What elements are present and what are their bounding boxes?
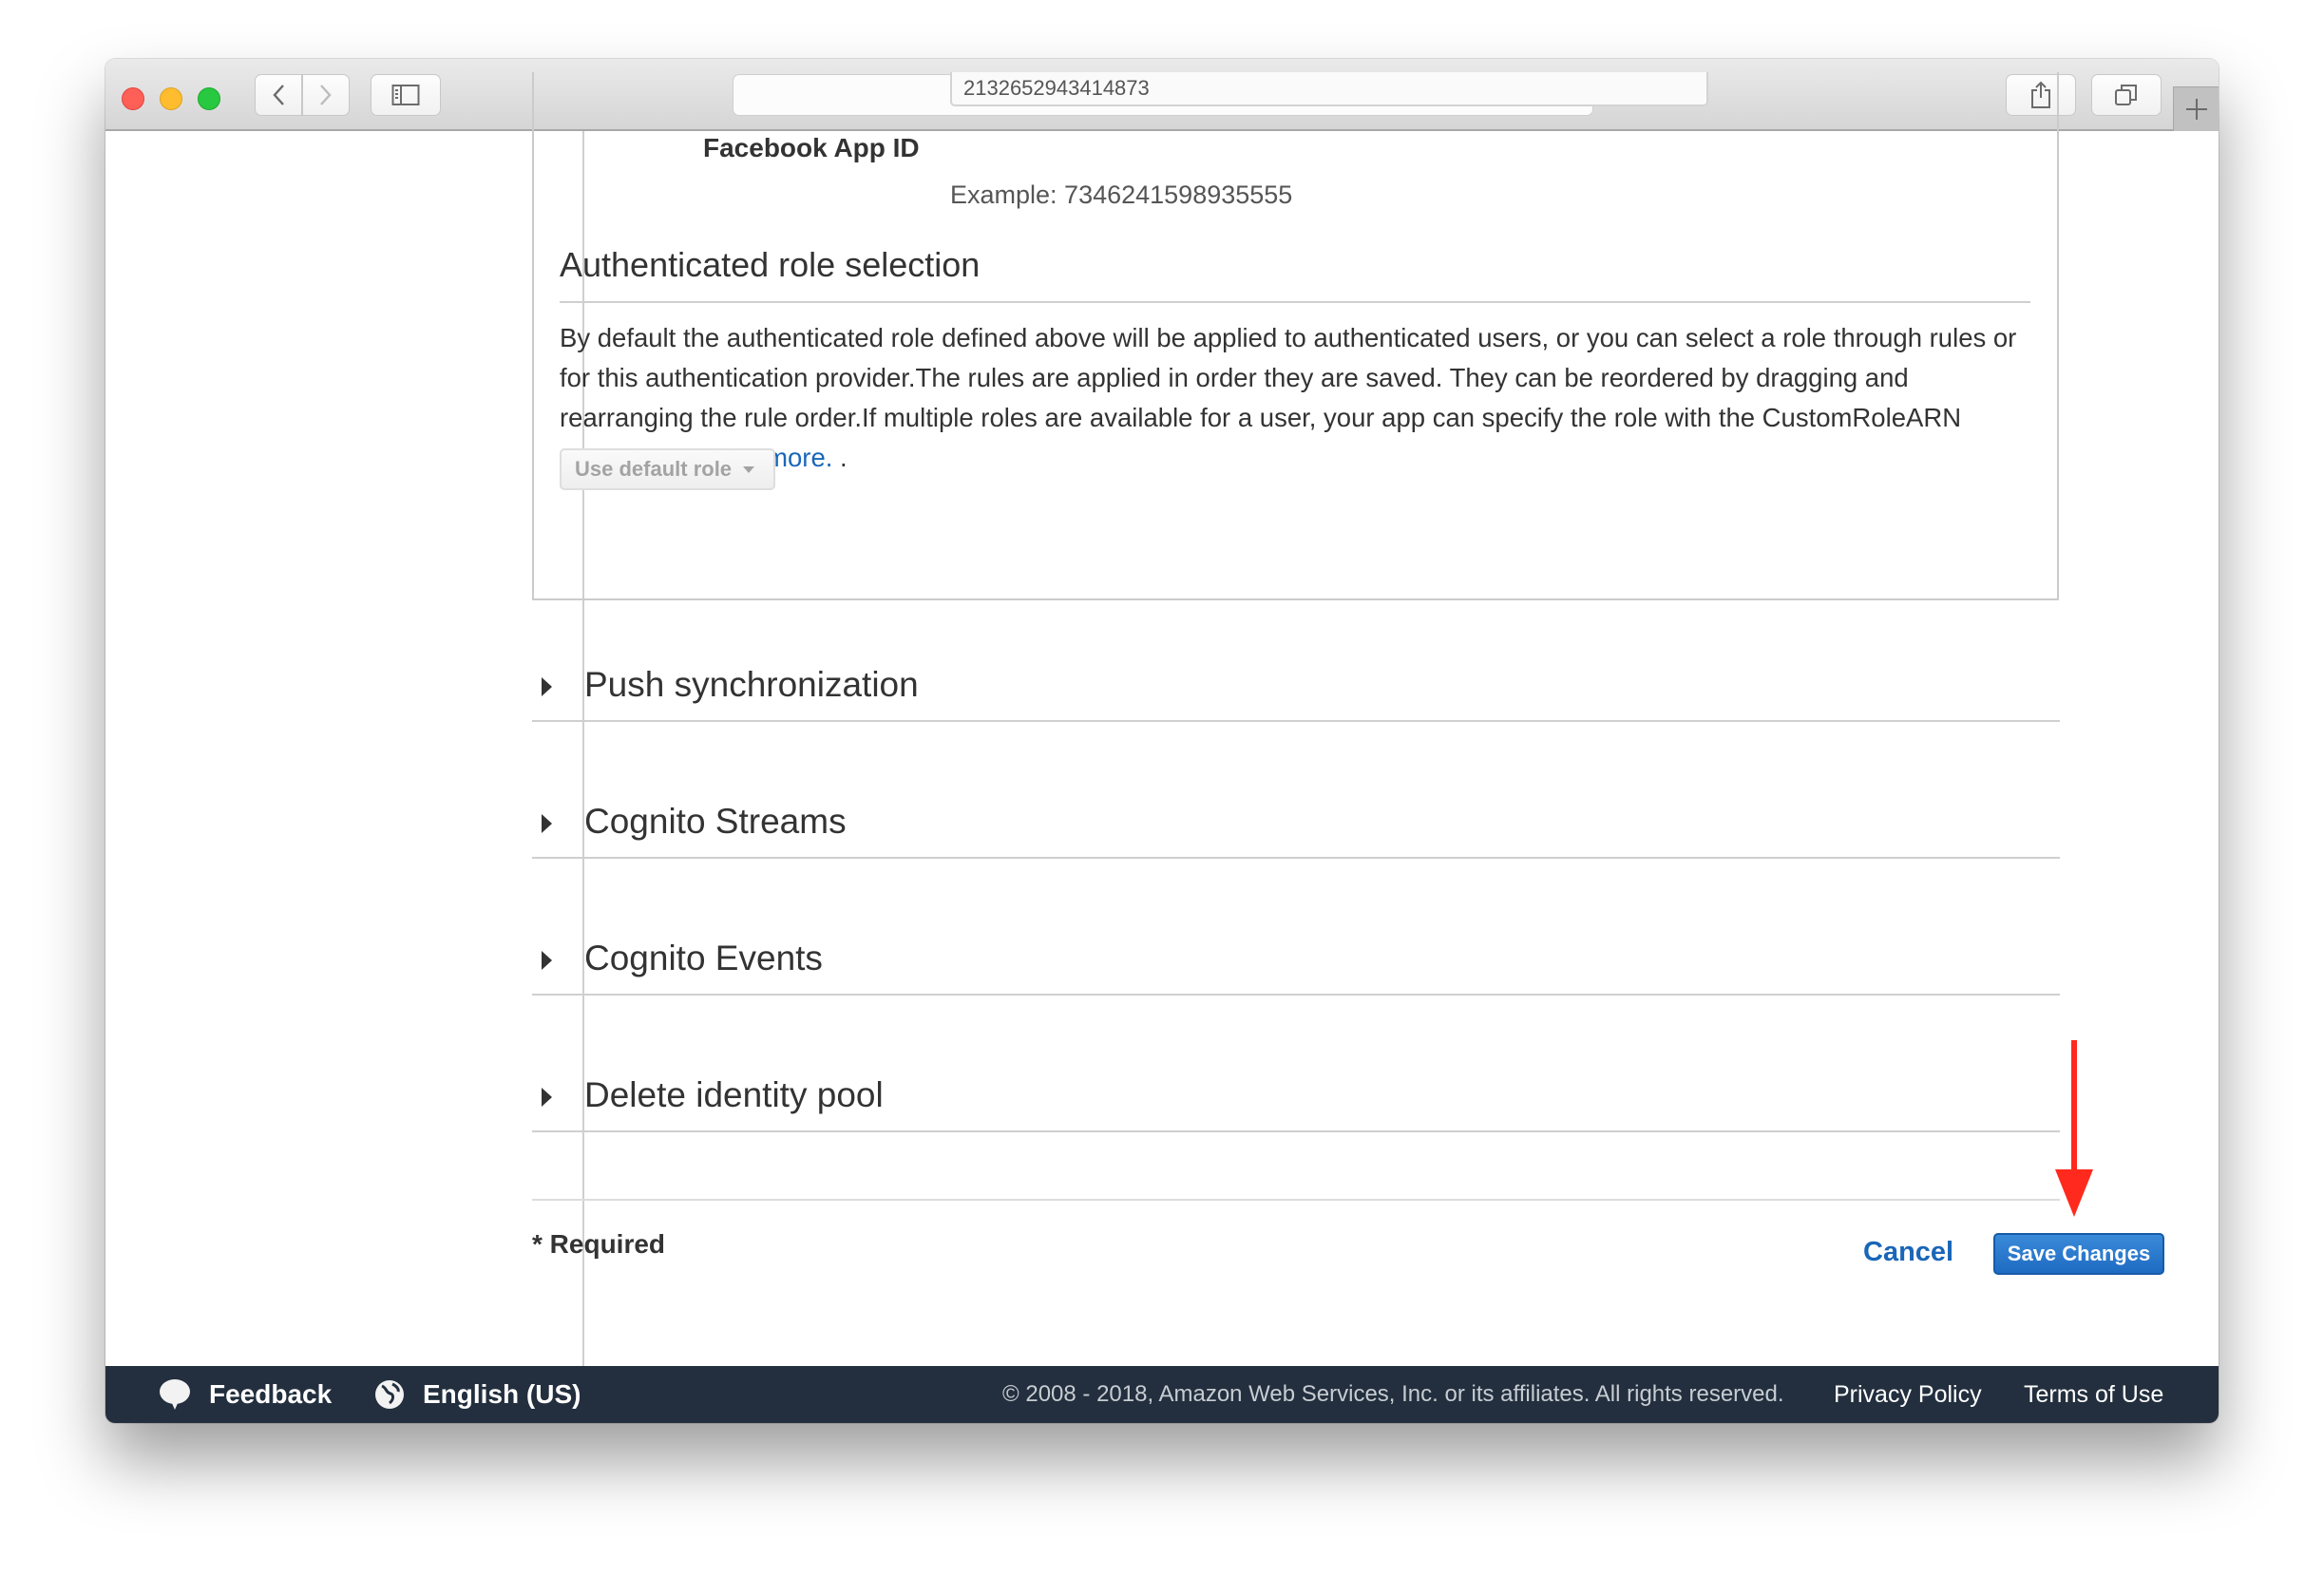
facebook-app-id-example: Example: 7346241598935555 (950, 180, 1293, 209)
section-label: Cognito Events (584, 939, 823, 977)
save-changes-button[interactable]: Save Changes (1993, 1233, 2164, 1275)
role-selection-heading: Authenticated role selection (560, 245, 981, 284)
sidebar-toggle-button[interactable] (371, 74, 441, 116)
expand-triangle-icon (542, 814, 552, 833)
expand-triangle-icon (542, 951, 552, 970)
new-tab-button[interactable] (2173, 86, 2219, 131)
section-label: Push synchronization (584, 665, 919, 704)
caret-down-icon (743, 465, 755, 473)
section-cognito-streams[interactable]: Cognito Streams (532, 792, 2060, 929)
description-trailing: . (832, 443, 848, 472)
role-selection-divider (560, 301, 2030, 303)
section-cognito-events[interactable]: Cognito Events (532, 929, 2060, 1066)
close-window-icon[interactable] (122, 87, 144, 110)
copyright-text: © 2008 - 2018, Amazon Web Services, Inc.… (1002, 1381, 1784, 1407)
cancel-button[interactable]: Cancel (1863, 1237, 1953, 1268)
terms-of-use-link[interactable]: Terms of Use (2024, 1366, 2163, 1423)
form-actions-divider (532, 1199, 2060, 1201)
role-selection-description: By default the authenticated role define… (560, 318, 2042, 478)
sidebar-icon (391, 85, 420, 105)
plus-icon (2185, 99, 2207, 120)
language-label: English (US) (423, 1379, 581, 1409)
back-button[interactable] (255, 74, 302, 116)
section-divider (532, 720, 2060, 722)
expand-triangle-icon (542, 677, 552, 696)
section-push-synchronization[interactable]: Push synchronization (532, 655, 2060, 792)
chevron-right-icon (320, 85, 332, 105)
chevron-left-icon (273, 85, 284, 105)
expand-triangle-icon (542, 1088, 552, 1107)
facebook-app-id-label: Facebook App ID (703, 133, 920, 162)
language-selector[interactable]: English (US) (373, 1366, 581, 1423)
globe-icon (375, 1380, 404, 1409)
facebook-app-id-input[interactable] (950, 72, 1708, 106)
section-divider (532, 994, 2060, 996)
role-select-value: Use default role (575, 457, 733, 481)
forward-button[interactable] (302, 74, 350, 116)
feedback-link[interactable]: Feedback (158, 1366, 332, 1423)
minimize-window-icon[interactable] (160, 87, 182, 110)
required-note: * Required (532, 1229, 666, 1259)
feedback-label: Feedback (209, 1379, 333, 1409)
section-divider (532, 1130, 2060, 1132)
section-divider (532, 857, 2060, 859)
tabs-icon (2115, 85, 2137, 105)
zoom-window-icon[interactable] (198, 87, 220, 110)
role-select-dropdown[interactable]: Use default role (560, 448, 775, 490)
section-delete-identity-pool[interactable]: Delete identity pool (532, 1066, 2060, 1203)
section-label: Cognito Streams (584, 802, 847, 841)
show-tabs-button[interactable] (2091, 74, 2162, 116)
speech-bubble-icon (160, 1379, 190, 1410)
annotation-arrow-icon (2055, 1040, 2093, 1217)
console-footer: Feedback English (US) © 2008 - 2018, Ama… (105, 1366, 2219, 1423)
section-label: Delete identity pool (584, 1075, 884, 1114)
privacy-policy-link[interactable]: Privacy Policy (1834, 1366, 1982, 1423)
